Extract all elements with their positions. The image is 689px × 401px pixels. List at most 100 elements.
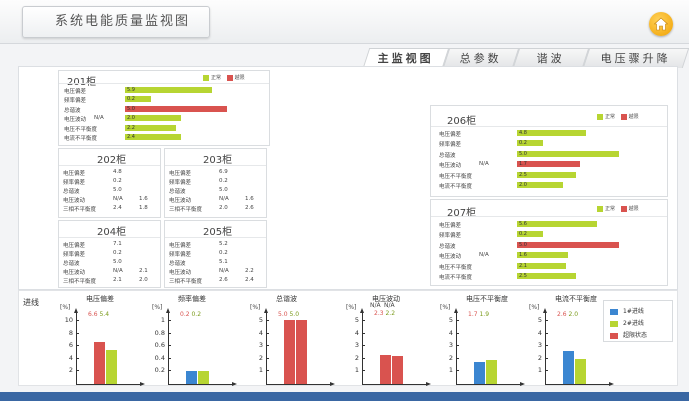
chart-tick: 4 [448,328,453,337]
chart-bar [392,356,403,384]
readout-line1: 6.6 [88,311,98,318]
cabinet-202-panel: 202柜 电压偏差 4.8 频率偏差 0.2 总谐波 5.0 电压波动 N/A 1.6 三相不平衡… [58,148,161,218]
chart-tick: 5 [448,316,453,324]
cabinet-203-panel: 203柜 电压偏差 6.9 频率偏差 0.2 总谐波 5.0 电压波动 N/A 1.6 三相不平衡… [164,148,267,218]
chart-tick: 2 [354,353,359,362]
chart-tick: 6 [68,341,73,349]
param-label: 电压波动 [169,198,192,204]
y-axis-arrow [360,308,364,313]
param-label: 电压偏差 [64,89,87,95]
tab-main-view[interactable]: 主监视图 [362,48,450,68]
param-value-2: 2.4 [245,277,254,283]
chart-unit: [%] [440,304,451,311]
divider [59,237,160,238]
chart-tick: 3 [354,341,359,349]
param-label: 总谐波 [439,152,456,159]
legend-line2-swatch [610,320,618,327]
divider [431,126,667,127]
chart-unit: [%] [346,304,357,311]
home-button[interactable] [649,12,673,36]
param-value: 4.8 [113,169,122,175]
param-label: 电压偏差 [439,223,462,229]
cabinet-207-panel: 207柜 正常 越限 电压偏差 5.6 频率偏差 0.2 总谐波 5.0 电压波动 N/A 1.… [430,199,668,286]
chart-bar [474,362,485,384]
x-axis-arrow [609,382,614,386]
param-value: 2.6 [219,277,228,283]
cabinet-206-panel: 206柜 正常 越限 电压偏差 4.8 频率偏差 0.2 总谐波 5.0 电压波动 N/A 1.… [430,105,668,197]
param-label: 总谐波 [63,189,80,195]
tab-voltage-sag[interactable]: 电压骤升降 [582,48,689,68]
param-label: 电压偏差 [169,171,192,177]
legend-line2: 2#进线 [610,318,644,327]
tab-total-params[interactable]: 总参数 [442,48,520,68]
param-value-2: 1.8 [139,205,148,211]
y-axis-arrow [166,308,170,313]
chart-readout: 6.6 5.4 [88,311,109,318]
chart-legend: 1#进线 2#进线 超限状态 [603,300,673,342]
chart-unit: [%] [529,304,540,311]
tab-harmonics[interactable]: 谐波 [512,48,590,68]
chart-na: N/A [384,302,395,309]
divider [59,83,269,84]
chart-readout: 0.2 0.2 [180,311,201,318]
param-bar: 5.0 [517,150,619,157]
chart-bar [198,371,209,384]
chart-tick: 1 [448,366,453,374]
param-label: 电压波动 [439,254,462,261]
chart-readout: 2.3 2.2 [374,310,395,317]
y-axis [168,312,169,384]
readout-line2: 1.9 [479,311,490,318]
param-bar: 0.2 [517,140,543,147]
param-label: 电压偏差 [439,132,462,138]
y-axis-arrow [264,308,268,313]
param-na: N/A [479,252,489,259]
x-axis [545,384,611,385]
param-value: 0.2 [219,250,228,256]
param-label: 三相不平衡度 [63,279,97,285]
param-bar: 0.2 [517,231,543,238]
chart-bar [284,320,295,384]
chart-bar [486,360,497,384]
param-value: 2.0 [219,205,228,211]
param-bar: 2.1 [517,262,566,269]
cabinet-204-title: 204柜 [97,227,127,238]
param-bar: 2.0 [125,115,181,122]
legend-normal-swatch [597,205,603,212]
chart-tick: 4 [258,328,263,337]
x-axis [266,384,332,385]
param-label: 总谐波 [169,261,186,267]
chart-na: N/A [370,302,381,309]
legend-over-swatch [620,205,627,212]
cabinet-201-legend: 正常 越限 [199,74,245,81]
chart-tick: 3 [448,341,453,349]
chart-unit: [%] [60,304,71,311]
param-value: 5.0 [219,187,228,193]
param-bar: 2.2 [125,124,176,131]
param-label: 电压不平衡度 [439,173,473,180]
chart-tick: 2 [258,353,263,362]
chart-tick: 0.8 [154,328,165,337]
x-axis-arrow [426,382,431,386]
param-label: 频率偏差 [169,180,192,186]
param-label: 电压不平衡度 [64,126,98,133]
cabinet-205-panel: 205柜 电压偏差 5.2 频率偏差 0.2 总谐波 5.1 电压波动 N/A 2.2 三相不平衡… [164,220,267,288]
cabinet-203-title: 203柜 [203,155,233,166]
cabinet-206-title: 206柜 [447,116,477,127]
param-bar: 2.4 [125,134,181,140]
chart-bar [380,355,391,384]
chart-tick: 1 [354,366,359,374]
chart-bar [94,342,105,384]
chart-readout: 1.7 1.9 [468,311,489,318]
readout-line2: 0.2 [191,311,202,318]
cabinet-201-panel: 201柜 正常 越限 电压偏差 5.9 频率偏差 0.2 总谐波 5.0 电压波动 N/A 2.… [58,70,270,146]
param-value-2: 2.0 [139,277,148,283]
param-value: 0.2 [219,178,228,184]
param-label: 电压不平衡度 [439,264,473,271]
legend-line1-swatch [610,308,618,315]
chart-bar [563,351,574,384]
param-value: 5.0 [113,259,122,265]
param-value: 6.9 [219,169,228,175]
param-label: 三相不平衡度 [63,207,97,213]
param-label: 电压偏差 [169,243,192,249]
cabinet-205-title: 205柜 [203,227,233,238]
